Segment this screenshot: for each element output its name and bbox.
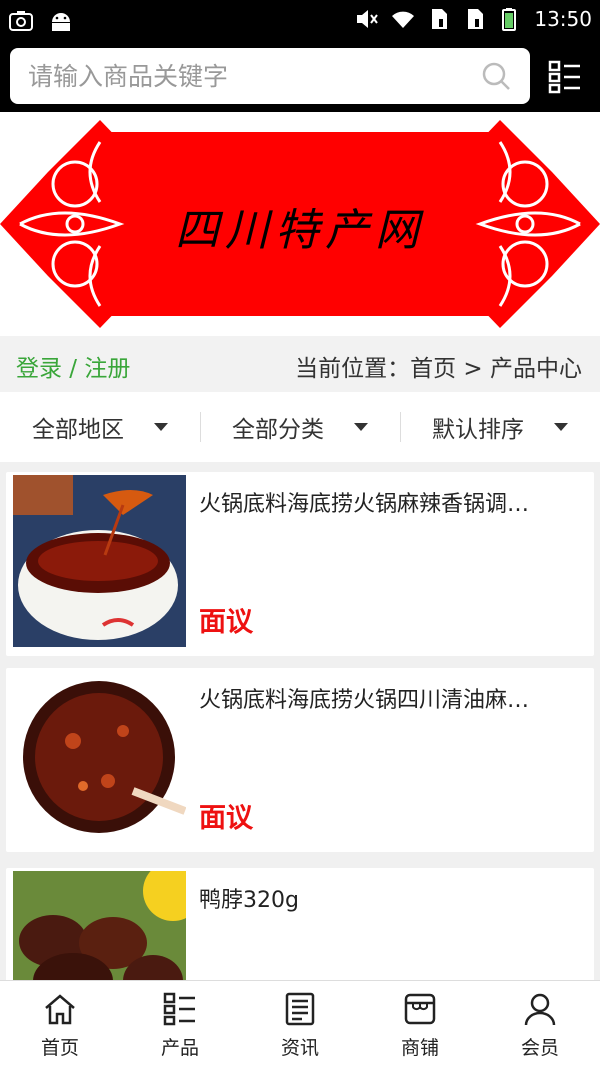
product-price: 面议: [199, 803, 253, 834]
android-icon: [52, 13, 70, 31]
screenshot-icon: [9, 11, 33, 31]
nav-shops-label: 商铺: [400, 1037, 439, 1059]
login-register-link[interactable]: 登录 / 注册: [16, 349, 130, 383]
caret-down-icon: [154, 423, 168, 431]
list-icon: [163, 992, 195, 1026]
filter-region-label: 全部地区: [32, 417, 124, 443]
nav-news[interactable]: 资讯: [240, 981, 360, 1067]
filter-category-label: 全部分类: [232, 417, 324, 443]
product-image: [13, 671, 186, 843]
product-title[interactable]: 火锅底料海底捞火锅麻辣香锅调…: [199, 486, 579, 518]
caret-down-icon: [354, 423, 368, 431]
nav-news-label: 资讯: [280, 1037, 319, 1059]
filter-bar: 全部地区 全部分类 默认排序: [0, 392, 600, 462]
category-menu-icon[interactable]: [548, 60, 582, 94]
bottom-nav: 首页 产品 资讯 商铺 会员: [0, 980, 600, 1067]
battery-icon: [502, 8, 517, 31]
product-list[interactable]: 火锅底料海底捞火锅麻辣香锅调… 面议 火锅底料海底捞火锅四川清油麻… 面议 鸭脖…: [0, 470, 600, 980]
user-icon: [524, 993, 556, 1026]
product-image: [13, 475, 186, 647]
product-image: [13, 871, 186, 980]
sim2-icon: [468, 9, 484, 29]
product-card[interactable]: 火锅底料海底捞火锅四川清油麻… 面议: [6, 668, 594, 852]
clock: 13:50: [534, 7, 592, 31]
breadcrumb: 当前位置：首页 > 产品中心: [295, 356, 582, 382]
search-header: [0, 42, 600, 112]
search-box: [10, 48, 530, 104]
search-icon[interactable]: [480, 60, 512, 92]
filter-sort[interactable]: 默认排序: [400, 392, 600, 462]
product-card[interactable]: 鸭脖320g: [6, 868, 594, 980]
product-price: 面议: [199, 607, 253, 638]
nav-home[interactable]: 首页: [0, 981, 120, 1067]
nav-member[interactable]: 会员: [480, 981, 600, 1067]
product-title[interactable]: 火锅底料海底捞火锅四川清油麻…: [199, 682, 579, 714]
nav-products[interactable]: 产品: [120, 981, 240, 1067]
news-icon: [285, 992, 315, 1026]
caret-down-icon: [554, 423, 568, 431]
filter-region[interactable]: 全部地区: [0, 392, 200, 462]
nav-member-label: 会员: [520, 1037, 559, 1059]
product-title[interactable]: 鸭脖320g: [199, 882, 579, 914]
filter-sort-label: 默认排序: [432, 417, 524, 443]
status-bar: 13:50: [0, 0, 600, 42]
breadcrumb-row: 登录 / 注册 当前位置：首页 > 产品中心: [0, 336, 600, 392]
wifi-icon: [392, 11, 415, 28]
mute-icon: [357, 10, 379, 28]
banner[interactable]: 四川特产网: [0, 112, 600, 336]
nav-shops[interactable]: 商铺: [360, 981, 480, 1067]
filter-category[interactable]: 全部分类: [200, 392, 400, 462]
nav-home-label: 首页: [40, 1037, 79, 1059]
sim1-icon: [432, 9, 448, 29]
banner-title: 四川特产网: [175, 205, 425, 256]
shop-icon: [404, 993, 436, 1025]
product-card[interactable]: 火锅底料海底捞火锅麻辣香锅调… 面议: [6, 472, 594, 656]
home-icon: [45, 994, 75, 1025]
search-input[interactable]: [28, 48, 468, 104]
nav-products-label: 产品: [160, 1037, 199, 1059]
